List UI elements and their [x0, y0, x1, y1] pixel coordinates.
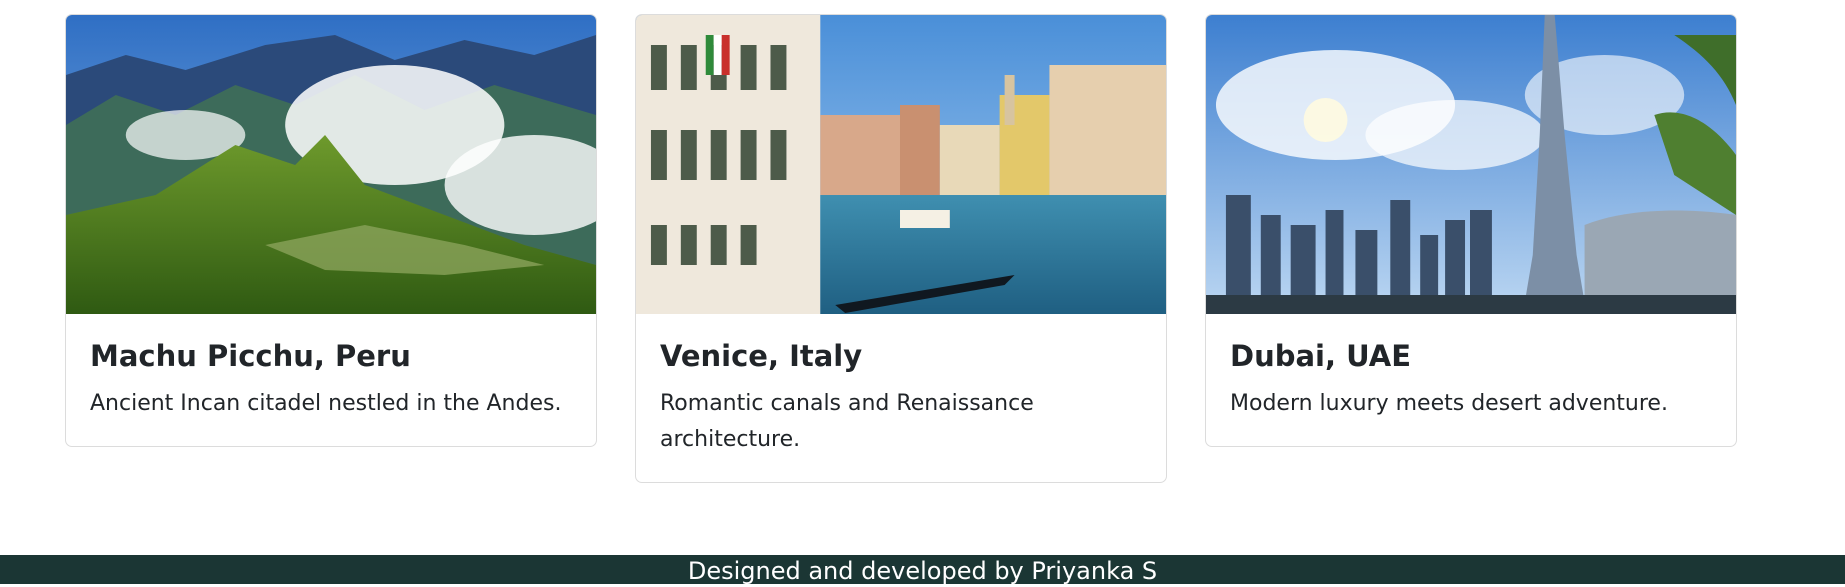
page-footer: Designed and developed by Priyanka S — [0, 555, 1845, 585]
destination-cards: Machu Picchu, Peru Ancient Incan citadel… — [0, 0, 1845, 500]
card-description: Modern luxury meets desert adventure. — [1230, 391, 1668, 416]
card-description: Romantic canals and Renaissance architec… — [660, 391, 1034, 452]
dubai-image — [1206, 15, 1736, 314]
card-title: Dubai, UAE — [1230, 339, 1412, 373]
destination-card-machu-picchu[interactable]: Machu Picchu, Peru Ancient Incan citadel… — [65, 14, 597, 447]
card-description: Ancient Incan citadel nestled in the And… — [90, 391, 562, 416]
destination-card-venice[interactable]: Venice, Italy Romantic canals and Renais… — [635, 14, 1167, 483]
card-title: Machu Picchu, Peru — [90, 339, 411, 373]
destination-card-dubai[interactable]: Dubai, UAE Modern luxury meets desert ad… — [1205, 14, 1737, 447]
venice-image — [636, 15, 1166, 314]
card-title: Venice, Italy — [660, 339, 863, 373]
footer-credit: Designed and developed by Priyanka S — [687, 557, 1158, 585]
machu-picchu-image — [66, 15, 596, 314]
